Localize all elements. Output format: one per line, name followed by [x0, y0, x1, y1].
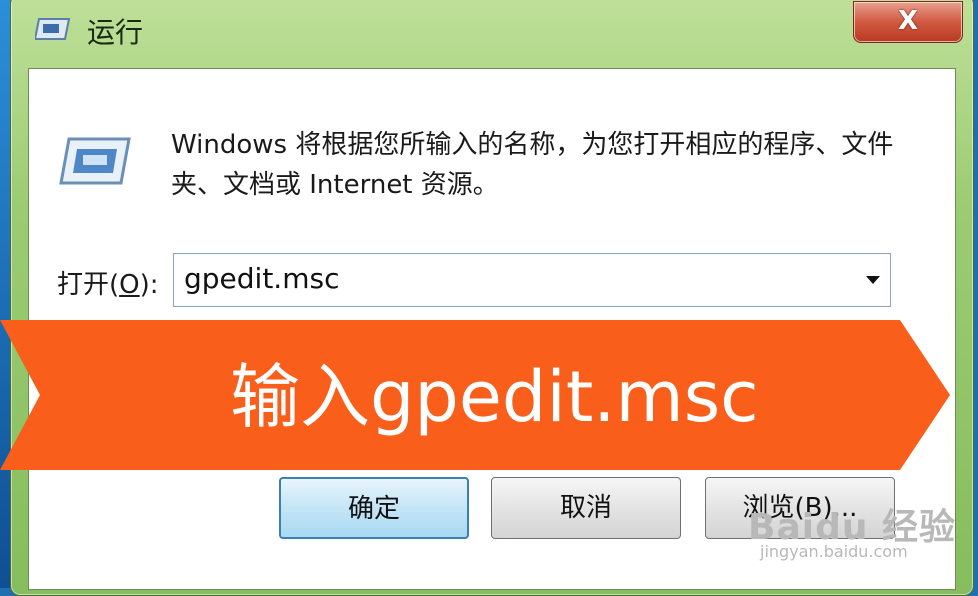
dropdown-arrow-icon[interactable] — [866, 276, 880, 284]
run-app-icon — [59, 137, 131, 185]
ok-button[interactable]: 确定 — [279, 477, 469, 539]
open-combobox[interactable]: gpedit.msc — [173, 253, 891, 307]
open-field-label: 打开(O): — [57, 270, 159, 300]
banner-caption: 输入gpedit.msc — [230, 356, 759, 438]
baidu-watermark-url: jingyan.baidu.com — [760, 542, 908, 561]
dialog-description: Windows 将根据您所输入的名称，为您打开相应的程序、文件夹、文档或 Int… — [171, 130, 894, 200]
window-title: 运行 — [87, 16, 144, 49]
run-app-icon — [35, 18, 71, 40]
close-icon: X — [897, 6, 919, 36]
cancel-button[interactable]: 取消 — [491, 477, 681, 539]
close-button[interactable]: X — [853, 1, 963, 43]
open-input[interactable]: gpedit.msc — [184, 262, 339, 295]
